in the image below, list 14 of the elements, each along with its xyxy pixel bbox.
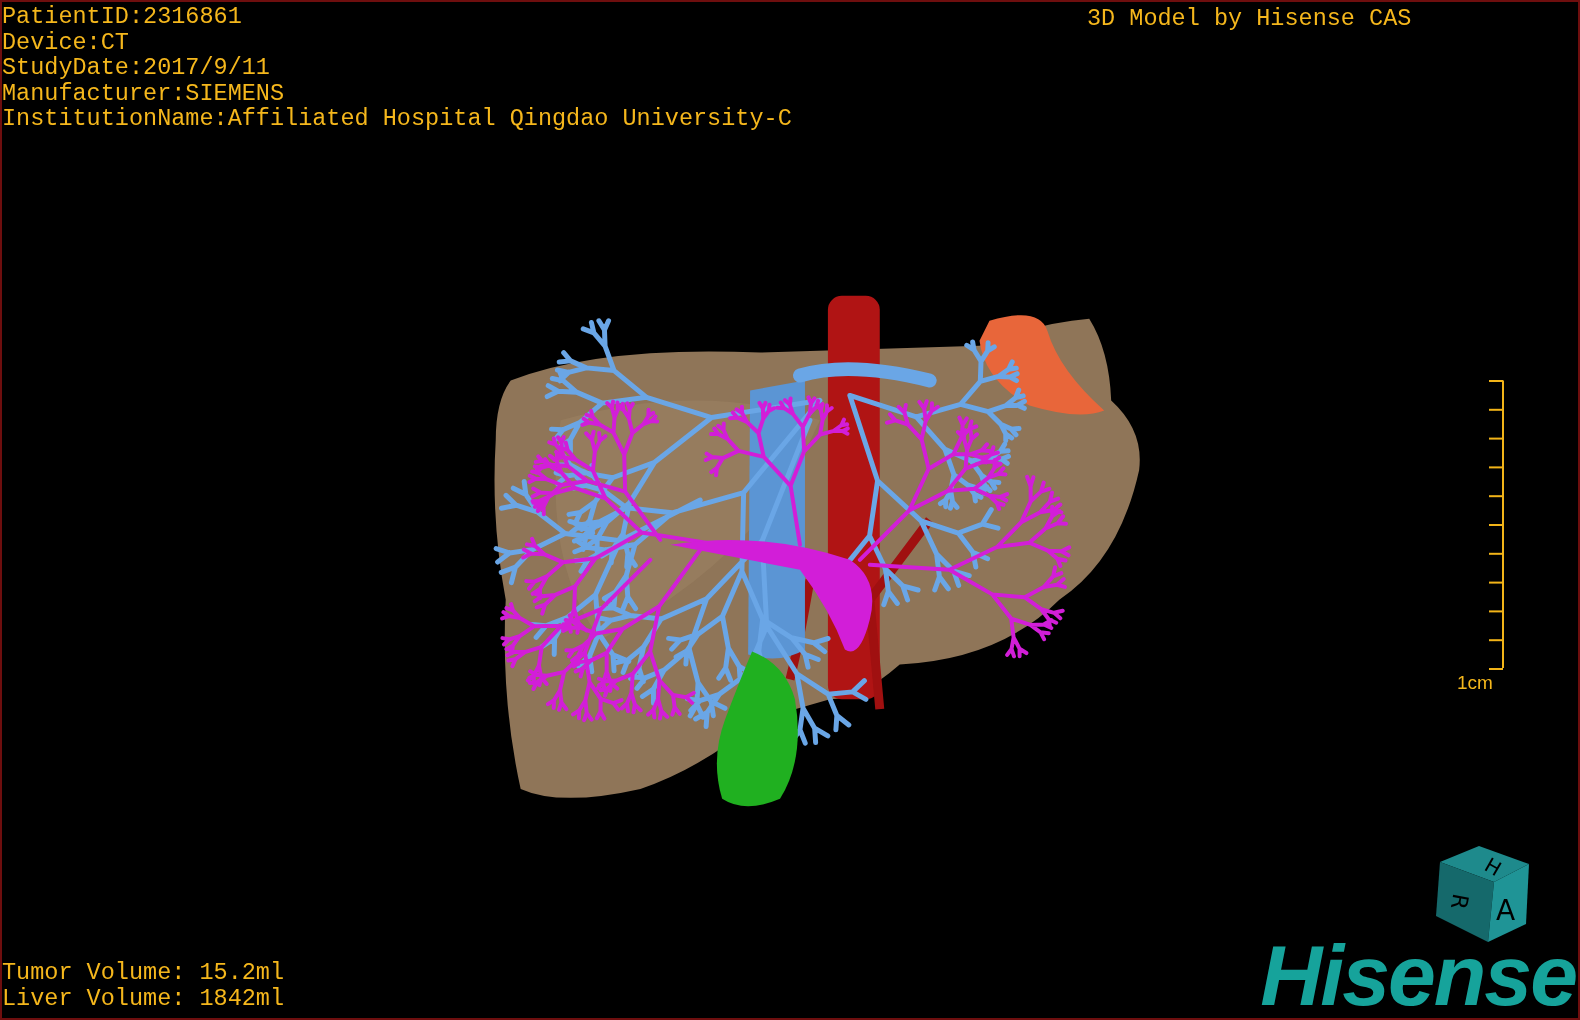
study-info-text: Manufacturer:SIEMENS	[2, 80, 286, 106]
logo-text: Hisense	[1260, 930, 1576, 1018]
study-info-text: InstitutionName:Affiliated Hospital Qingdao University-C	[2, 106, 792, 132]
orientation-label: A	[1496, 894, 1516, 927]
orientation-label: R	[1445, 891, 1474, 912]
orientation-cube-icon[interactable]	[1436, 846, 1529, 942]
study-info-text: Device:CT	[2, 29, 130, 55]
volume-text: Tumor Volume: 15.2ml	[2, 960, 285, 986]
scale-label: 1cm	[1457, 672, 1493, 694]
orientation-label: H	[1480, 852, 1506, 882]
viewer-title: 3D Model by Hisense CAS	[1087, 6, 1412, 32]
study-info-text: StudyDate:2017/9/11	[2, 55, 271, 81]
study-info-text: PatientID:2316861	[2, 4, 243, 30]
volume-text: Liver Volume: 1842ml	[2, 985, 285, 1011]
